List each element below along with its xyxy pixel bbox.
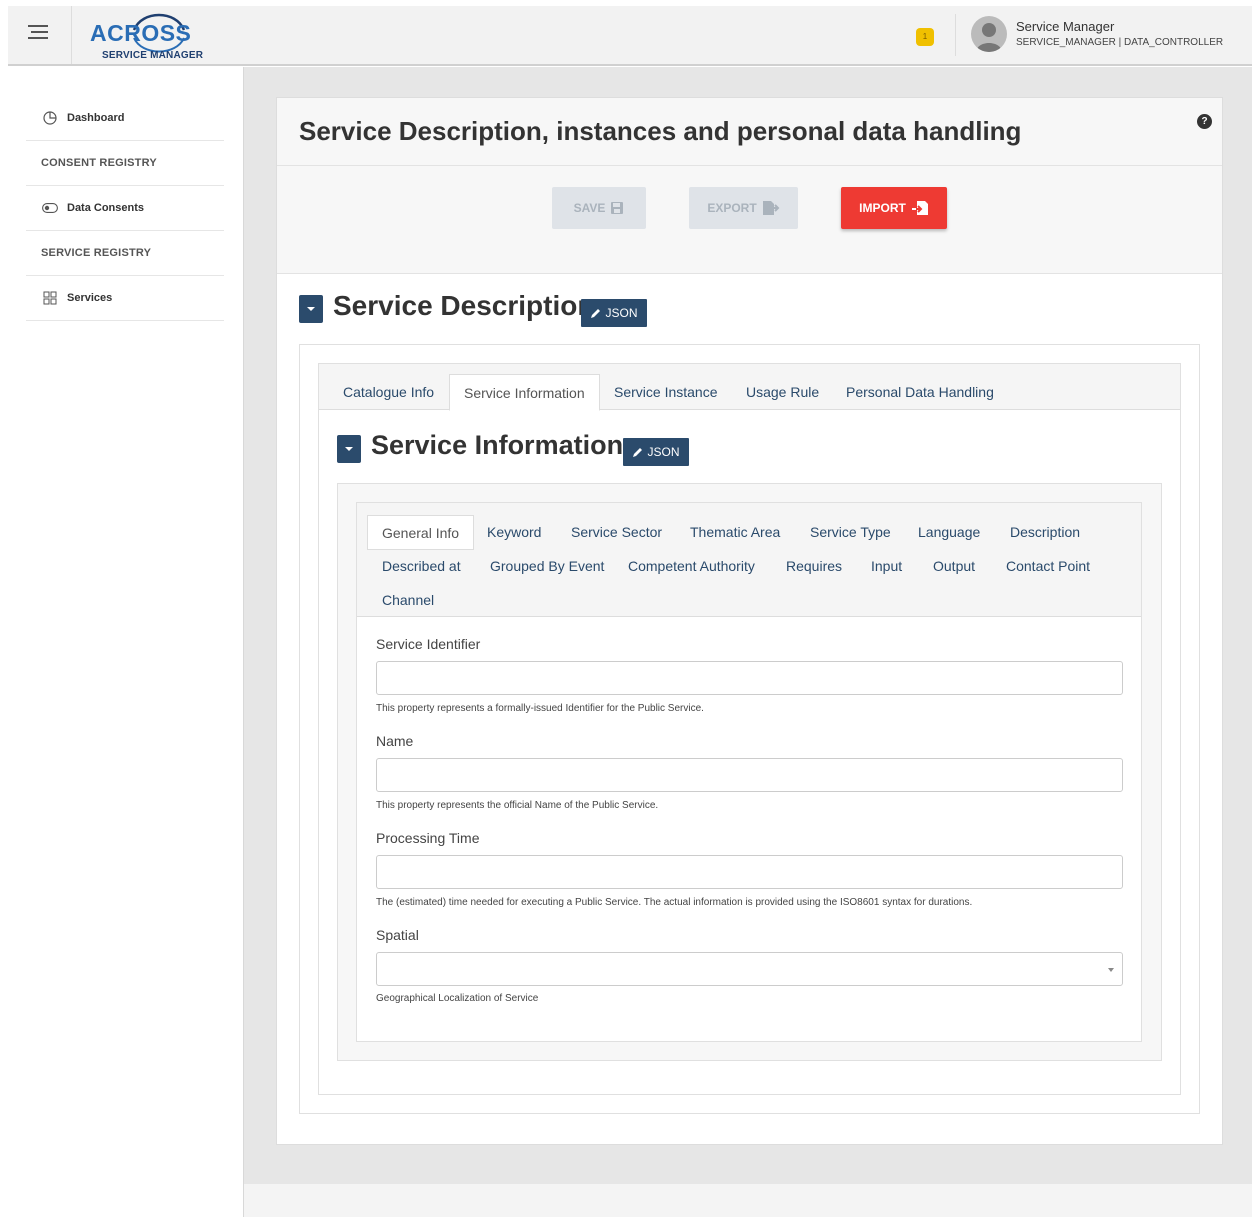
tab-service-sector[interactable]: Service Sector <box>571 524 662 540</box>
tab-output[interactable]: Output <box>933 558 975 574</box>
tab-usage-rule[interactable]: Usage Rule <box>746 384 819 400</box>
service-information-json-button[interactable]: JSON <box>623 438 689 466</box>
chevron-down-icon <box>1108 968 1114 972</box>
sidebar-item-label: Dashboard <box>67 112 125 124</box>
tab-thematic-area[interactable]: Thematic Area <box>690 524 780 540</box>
top-header: ACROSS SERVICE MANAGER 1 Service Manager… <box>8 6 1252 66</box>
sidebar-section-label: SERVICE REGISTRY <box>41 247 152 259</box>
tab-service-type[interactable]: Service Type <box>810 524 891 540</box>
user-silhouette-icon <box>976 23 1002 52</box>
toolbar: SAVE EXPORT IMPORT <box>277 166 1222 274</box>
user-name[interactable]: Service Manager <box>1016 19 1114 34</box>
tab-contact-point[interactable]: Contact Point <box>1006 558 1090 574</box>
export-label: EXPORT <box>707 201 757 215</box>
tab-general-info[interactable]: General Info <box>367 515 475 550</box>
service-description-tabs: Catalogue Info Service Information Servi… <box>319 364 1180 411</box>
tab-catalogue-info[interactable]: Catalogue Info <box>343 384 434 400</box>
processing-time-input[interactable] <box>376 855 1123 889</box>
toggle-icon <box>41 203 59 213</box>
tab-input[interactable]: Input <box>871 558 902 574</box>
pencil-icon <box>633 448 643 457</box>
sidebar-section-service-registry[interactable]: SERVICE REGISTRY <box>26 231 224 276</box>
header-divider <box>71 6 72 64</box>
sidebar-item-data-consents[interactable]: Data Consents <box>26 186 224 231</box>
json-label: JSON <box>605 306 638 320</box>
json-label: JSON <box>647 445 680 459</box>
tab-competent-authority[interactable]: Competent Authority <box>628 558 755 574</box>
pie-chart-icon <box>41 111 59 125</box>
help-icon[interactable]: ? <box>1197 114 1212 129</box>
service-description-title: Service Description <box>333 290 595 321</box>
page-title: Service Description, instances and perso… <box>299 116 1022 146</box>
app-logo[interactable]: ACROSS SERVICE MANAGER <box>88 6 208 64</box>
notification-bell-icon[interactable]: 1 <box>916 28 934 46</box>
import-file-icon <box>911 201 928 215</box>
import-label: IMPORT <box>859 201 906 215</box>
sidebar-section-consent-registry[interactable]: CONSENT REGISTRY <box>26 141 224 186</box>
service-identifier-help: This property represents a formally-issu… <box>376 703 704 714</box>
spatial-help: Geographical Localization of Service <box>376 993 539 1004</box>
import-button[interactable]: IMPORT <box>841 187 947 229</box>
name-input[interactable] <box>376 758 1123 792</box>
service-description-json-button[interactable]: JSON <box>581 299 647 327</box>
logo-subtitle: SERVICE MANAGER <box>102 50 204 61</box>
tab-service-information[interactable]: Service Information <box>449 374 600 411</box>
user-divider <box>955 14 956 56</box>
user-roles: SERVICE_MANAGER | DATA_CONTROLLER <box>1016 37 1224 48</box>
user-avatar[interactable] <box>971 16 1007 52</box>
tab-requires[interactable]: Requires <box>786 558 842 574</box>
pencil-icon <box>591 309 601 318</box>
sidebar-item-label: Data Consents <box>67 202 145 214</box>
menu-icon[interactable] <box>28 25 48 41</box>
tab-channel[interactable]: Channel <box>382 592 434 608</box>
sidebar-section-label: CONSENT REGISTRY <box>41 157 157 169</box>
footer-strip <box>244 1184 1252 1217</box>
collapse-service-description-button[interactable] <box>299 295 323 323</box>
save-button[interactable]: SAVE <box>552 187 646 229</box>
tab-language[interactable]: Language <box>918 524 980 540</box>
logo-text: ACROSS <box>90 20 192 46</box>
name-label: Name <box>376 733 414 749</box>
processing-time-help: The (estimated) time needed for executin… <box>376 897 973 908</box>
spatial-select[interactable] <box>376 952 1123 986</box>
spatial-label: Spatial <box>376 927 419 943</box>
export-button[interactable]: EXPORT <box>689 187 798 229</box>
service-identifier-label: Service Identifier <box>376 636 481 652</box>
service-identifier-input[interactable] <box>376 661 1123 695</box>
processing-time-label: Processing Time <box>376 830 480 846</box>
export-file-icon <box>762 201 780 215</box>
tab-service-instance[interactable]: Service Instance <box>614 384 718 400</box>
tab-personal-data-handling[interactable]: Personal Data Handling <box>846 384 994 400</box>
floppy-icon <box>611 202 624 214</box>
name-help: This property represents the official Na… <box>376 800 659 811</box>
tab-described-at[interactable]: Described at <box>382 558 461 574</box>
sidebar-item-dashboard[interactable]: Dashboard <box>26 96 224 141</box>
grid-icon <box>41 291 59 305</box>
tab-grouped-by-event[interactable]: Grouped By Event <box>490 558 604 574</box>
service-information-tabs: General Info Keyword Service Sector Them… <box>357 503 1141 617</box>
card-header: Service Description, instances and perso… <box>277 98 1222 166</box>
service-information-title: Service Information <box>371 430 624 460</box>
sidebar-item-services[interactable]: Services <box>26 276 224 321</box>
collapse-service-information-button[interactable] <box>337 435 361 463</box>
sidebar: Dashboard CONSENT REGISTRY Data Consents… <box>8 67 244 1217</box>
save-label: SAVE <box>573 201 606 215</box>
tab-description[interactable]: Description <box>1010 524 1080 540</box>
tab-keyword[interactable]: Keyword <box>487 524 541 540</box>
sidebar-item-label: Services <box>67 292 113 304</box>
